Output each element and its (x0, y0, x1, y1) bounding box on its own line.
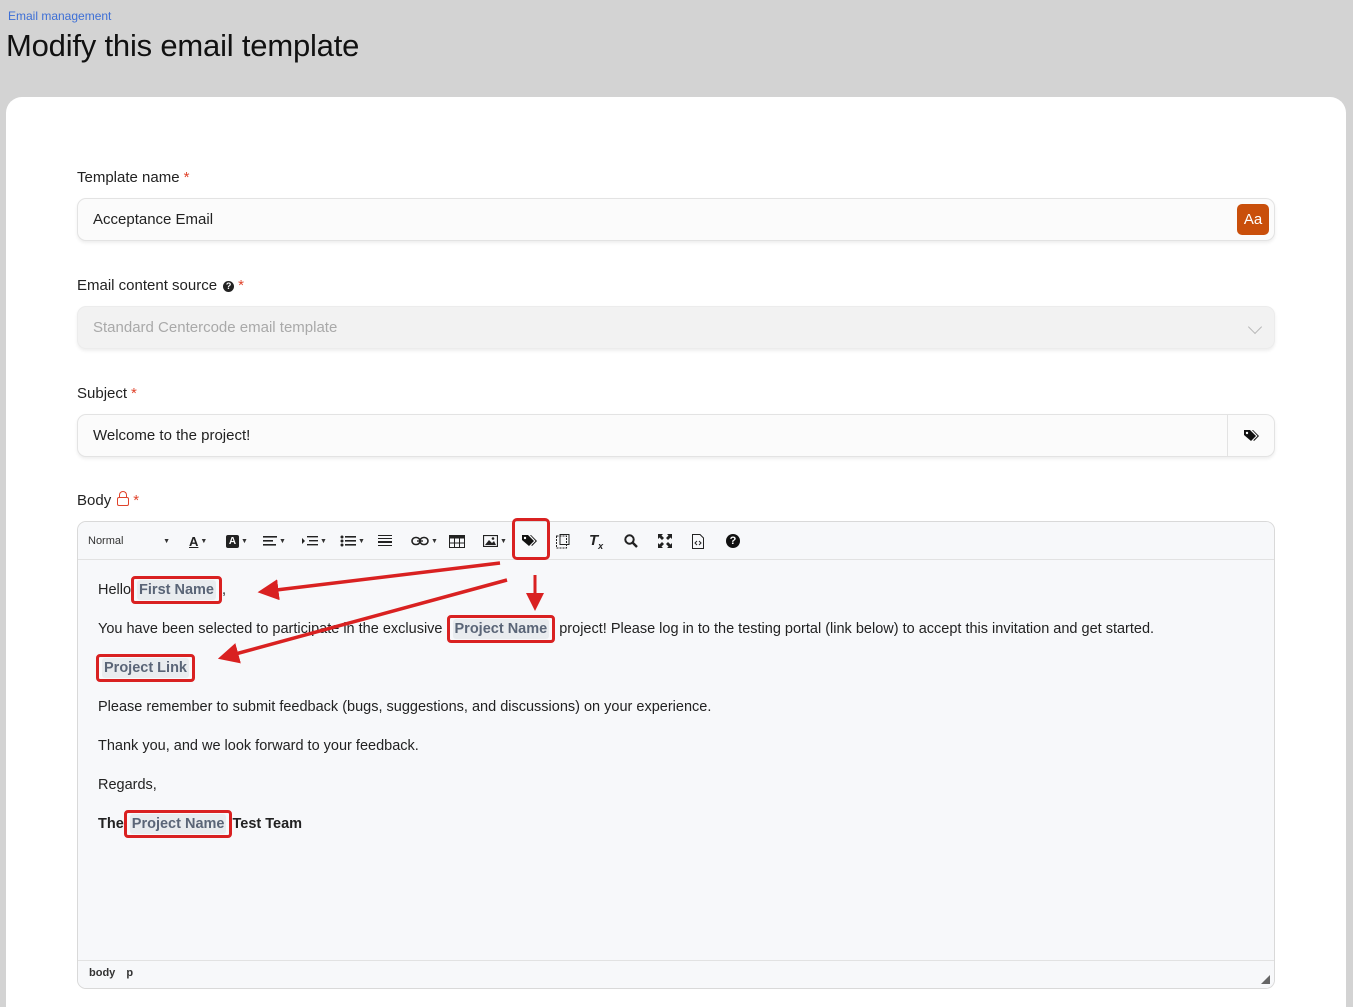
body-label: Body * (77, 491, 140, 509)
first-name-placeholder[interactable]: First Name (137, 580, 216, 600)
annotation-highlight: Project Name (123, 810, 233, 838)
editor-content[interactable]: Hello First Name, You have been selected … (78, 560, 1274, 873)
source-button[interactable] (692, 531, 704, 551)
template-name-value[interactable]: Acceptance Email (93, 211, 213, 228)
link-icon (411, 536, 429, 546)
clear-format-button[interactable]: Tx (589, 531, 603, 551)
indent-icon (302, 536, 318, 546)
caret-down-icon: ▼ (200, 537, 208, 545)
annotation-highlight: Project Name (446, 615, 556, 643)
help-icon: ? (726, 534, 740, 548)
required-mark: * (238, 277, 244, 294)
source-icon (692, 533, 704, 549)
list-icon (340, 535, 356, 547)
content-source-label-text: Email content source (77, 277, 218, 294)
fullscreen-icon (658, 534, 672, 548)
background-color-button[interactable]: A ▼ (226, 531, 248, 551)
subject-label-text: Subject (77, 385, 128, 402)
font-color-icon: A (189, 533, 199, 549)
subject-value[interactable]: Welcome to the project! (93, 427, 250, 444)
caret-down-icon: ▼ (279, 537, 286, 545)
content-source-label: Email content source? * (77, 277, 244, 294)
subject-input[interactable]: Welcome to the project! (77, 414, 1275, 457)
greeting-text: Hello (98, 582, 132, 598)
resize-handle[interactable] (1261, 975, 1270, 984)
chevron-down-icon[interactable] (1247, 319, 1263, 335)
required-mark: * (133, 492, 140, 509)
content-source-select[interactable]: Standard Centercode email template (77, 306, 1275, 349)
project-name-placeholder[interactable]: Project Name (452, 619, 550, 639)
signature-text-end: Test Team (232, 816, 303, 832)
caret-down-icon: ▼ (358, 537, 365, 545)
regards-line: Regards, (98, 777, 157, 793)
signature-project-name-placeholder[interactable]: Project Name (129, 814, 227, 834)
body-editor[interactable]: Normal ▼ A ▼ A ▼ ▼ ▼ ▼ ▼ ▼ Tx ? Hello Fi… (77, 521, 1275, 989)
text-format-button[interactable]: Aa (1237, 204, 1269, 235)
feedback-line: Please remember to submit feedback (bugs… (98, 699, 712, 715)
editor-toolbar: Normal ▼ A ▼ A ▼ ▼ ▼ ▼ ▼ ▼ Tx ? (78, 522, 1274, 560)
table-icon (449, 534, 465, 548)
indent-button[interactable]: ▼ (302, 531, 327, 551)
required-mark: * (131, 385, 137, 402)
signature-line: The Project Name Test Team (98, 810, 1254, 853)
format-select-value: Normal (88, 535, 124, 547)
template-name-label: Template name * (77, 169, 189, 186)
subject-tag-button[interactable] (1227, 415, 1274, 456)
statusbar-path-body[interactable]: body (89, 967, 115, 979)
greeting-comma: , (222, 582, 227, 598)
align-button[interactable]: ▼ (263, 531, 286, 551)
subject-label: Subject * (77, 385, 137, 402)
breadcrumb[interactable]: Email management (8, 9, 111, 23)
search-icon (624, 534, 638, 548)
fullscreen-button[interactable] (658, 531, 672, 551)
horizontal-rule-icon (378, 535, 392, 546)
caret-down-icon: ▼ (500, 537, 507, 545)
caret-down-icon: ▼ (241, 537, 248, 545)
editor-statusbar: body p (78, 960, 1274, 988)
link-line: Project Link (96, 654, 1254, 697)
image-icon (483, 535, 498, 547)
template-button[interactable] (556, 531, 570, 551)
content-source-value: Standard Centercode email template (93, 319, 338, 336)
required-mark: * (183, 169, 190, 186)
help-icon[interactable]: ? (223, 280, 235, 292)
thanks-line: Thank you, and we look forward to your f… (98, 738, 419, 754)
format-select[interactable]: Normal ▼ (88, 531, 170, 551)
body-label-text: Body (77, 492, 112, 509)
statusbar-path-p[interactable]: p (126, 967, 133, 979)
list-button[interactable]: ▼ (340, 531, 365, 551)
clear-format-icon: Tx (589, 531, 604, 551)
background-color-icon: A (226, 534, 239, 548)
table-button[interactable] (449, 531, 465, 551)
annotation-highlight: First Name (131, 576, 222, 604)
horizontal-rule-button[interactable] (378, 531, 392, 551)
annotation-highlight-tag-button (512, 518, 550, 560)
help-button[interactable]: ? (726, 531, 740, 551)
invitation-text-end: project! Please log in to the testing po… (559, 621, 1155, 637)
project-link-placeholder[interactable]: Project Link (102, 658, 189, 678)
page-title: Modify this email template (6, 28, 360, 63)
font-color-button[interactable]: A ▼ (189, 531, 207, 551)
lock-icon[interactable] (117, 491, 130, 506)
image-button[interactable]: ▼ (483, 531, 507, 551)
link-button[interactable]: ▼ (411, 531, 438, 551)
annotation-highlight: Project Link (96, 654, 195, 682)
caret-down-icon: ▼ (163, 537, 170, 545)
template-name-label-text: Template name (77, 169, 180, 186)
search-button[interactable] (624, 531, 638, 551)
signature-text-start: The (98, 816, 124, 832)
template-name-input[interactable]: Acceptance Email Aa (77, 198, 1275, 241)
greeting-line: Hello First Name, (98, 576, 1254, 619)
invitation-line: You have been selected to participate in… (98, 615, 1254, 658)
template-icon (556, 533, 570, 548)
align-icon (263, 536, 277, 546)
caret-down-icon: ▼ (320, 537, 327, 545)
tag-icon (1243, 429, 1259, 441)
invitation-text-start: You have been selected to participate in… (98, 621, 443, 637)
caret-down-icon: ▼ (431, 537, 438, 545)
